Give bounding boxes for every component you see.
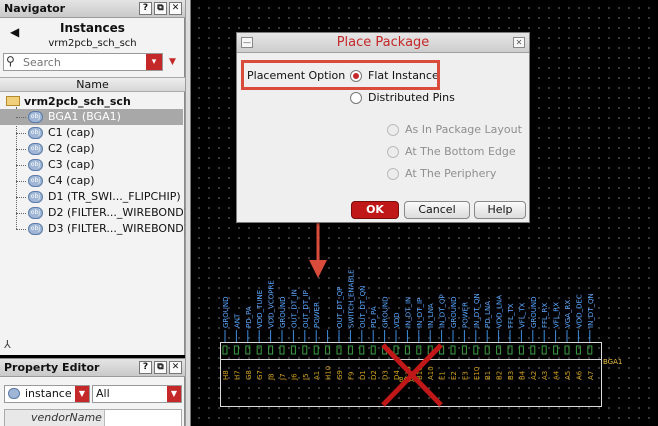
folder-icon	[6, 96, 20, 106]
hierarchy-icon[interactable]: ⅄	[4, 338, 11, 351]
distributed-pins-radio[interactable]	[350, 92, 362, 104]
tree-root[interactable]: vrm2pcb_sch_sch	[6, 95, 131, 108]
object-icon: obj	[28, 175, 43, 187]
object-type-value: instance	[25, 387, 72, 400]
property-editor-panel: Property Editor ? ⧉ ✕ instance ▼ All ▼ v…	[0, 358, 185, 426]
as-in-package-layout-label: As In Package Layout	[405, 123, 522, 136]
tree-item-label: D3 (FILTER..._WIREBOND)	[48, 222, 189, 235]
dialog-title: Place Package	[237, 33, 529, 53]
instance-icon	[8, 388, 20, 399]
close-icon[interactable]: ✕	[169, 361, 182, 374]
tree-branch	[16, 133, 26, 134]
tree-branch	[16, 197, 26, 198]
tree-item-label: D2 (FILTER..._WIREBOND)	[48, 206, 189, 219]
object-icon: obj	[28, 191, 43, 203]
column-header-name[interactable]: Name	[0, 77, 185, 92]
search-box[interactable]: ⚲ ▾	[3, 53, 163, 71]
chevron-down-icon[interactable]: ▼	[75, 386, 89, 402]
at-bottom-edge-radio[interactable]	[387, 146, 399, 158]
tree-item[interactable]: obj C3 (cap)	[0, 157, 183, 173]
navigator-panel: Navigator ? ⧉ ✕ ◀ Instances vrm2pcb_sch_…	[0, 0, 188, 355]
help-icon[interactable]: ?	[139, 361, 152, 374]
search-input[interactable]	[23, 55, 141, 69]
tree-item[interactable]: obj D1 (TR_SWI..._FLIPCHIP)	[0, 189, 183, 205]
tree-item-label: C3 (cap)	[48, 158, 95, 171]
tree-item[interactable]: obj D3 (FILTER..._WIREBOND)	[0, 221, 188, 237]
property-editor-title-bar: Property Editor ? ⧉ ✕	[0, 359, 185, 377]
tree-branch	[16, 229, 26, 230]
tree-branch	[16, 165, 26, 166]
tree-item[interactable]: obj C4 (cap)	[0, 173, 183, 189]
as-in-package-layout-radio[interactable]	[387, 124, 399, 136]
tree-root-label: vrm2pcb_sch_sch	[24, 95, 131, 108]
tree-item[interactable]: obj D2 (FILTER..._WIREBOND)	[0, 205, 188, 221]
ok-button[interactable]: OK	[351, 201, 399, 219]
tree-branch	[16, 149, 26, 150]
navigator-header-subtitle: vrm2pcb_sch_sch	[48, 38, 137, 49]
tree-item-label: C1 (cap)	[48, 126, 95, 139]
close-icon[interactable]: ✕	[513, 37, 525, 48]
tree-item-label: D1 (TR_SWI..._FLIPCHIP)	[48, 190, 181, 203]
float-icon[interactable]: ⧉	[154, 2, 167, 15]
object-type-select[interactable]: instance ▼	[4, 385, 90, 403]
tree-item[interactable]: obj C2 (cap)	[0, 141, 183, 157]
property-grid: vendorName	[4, 409, 182, 426]
object-icon: obj	[28, 223, 43, 235]
help-icon[interactable]: ?	[139, 2, 152, 15]
float-icon[interactable]: ⧉	[154, 361, 167, 374]
property-editor-title: Property Editor	[4, 361, 100, 374]
object-icon: obj	[28, 207, 43, 219]
tree-item-label: C4 (cap)	[48, 174, 95, 187]
filter-value: All	[96, 387, 110, 400]
navigator-title: Navigator	[4, 2, 66, 15]
property-key: vendorName	[5, 410, 105, 426]
search-menu-arrow-icon[interactable]: ▼	[169, 57, 176, 67]
object-icon: obj	[28, 159, 43, 171]
tree-item-label: C2 (cap)	[48, 142, 95, 155]
tree-branch	[16, 117, 26, 118]
tree-branch	[16, 181, 26, 182]
navigator-title-bar: Navigator ? ⧉ ✕	[0, 0, 185, 18]
chevron-down-icon[interactable]: ▼	[167, 386, 181, 402]
tree-item[interactable]: obj C1 (cap)	[0, 125, 183, 141]
filter-select[interactable]: All ▼	[92, 385, 182, 403]
at-periphery-label: At The Periphery	[405, 167, 497, 180]
distributed-pins-label[interactable]: Distributed Pins	[368, 91, 455, 104]
at-periphery-radio[interactable]	[387, 168, 399, 180]
object-icon: obj	[28, 143, 43, 155]
at-bottom-edge-label: At The Bottom Edge	[405, 145, 516, 158]
cancel-button[interactable]: Cancel	[404, 201, 470, 219]
object-icon: obj	[28, 127, 43, 139]
navigator-header-title: Instances	[60, 21, 125, 35]
object-icon: obj	[28, 111, 43, 123]
minimize-icon[interactable]: —	[241, 37, 253, 48]
tree-branch	[16, 213, 26, 214]
help-button[interactable]: Help	[474, 201, 526, 219]
search-icon: ⚲	[6, 54, 15, 68]
tree-item-label: BGA1 (BGA1)	[48, 110, 121, 123]
tree-item[interactable]: obj BGA1 (BGA1)	[0, 109, 183, 125]
search-filter-icon[interactable]: ▾	[146, 54, 162, 70]
flat-instance-highlight	[241, 60, 440, 90]
close-icon[interactable]: ✕	[169, 2, 182, 15]
